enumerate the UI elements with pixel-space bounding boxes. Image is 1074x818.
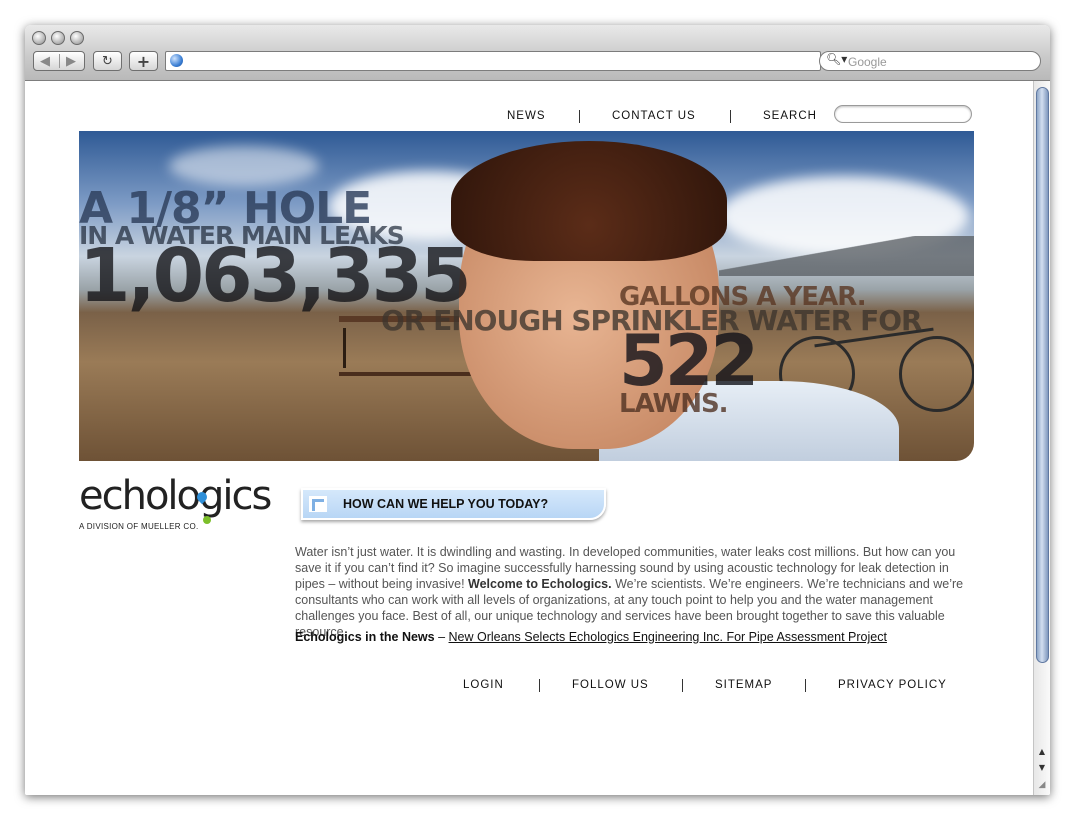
back-forward-button-group: ◀ ▶ xyxy=(33,51,85,71)
help-banner[interactable]: HOW CAN WE HELP YOU TODAY? xyxy=(301,488,606,520)
search-icon[interactable]: 🔍︎▾ xyxy=(826,52,847,66)
add-bookmark-button[interactable]: + xyxy=(129,51,158,71)
close-window-button[interactable] xyxy=(32,31,46,45)
footer-divider xyxy=(539,679,540,692)
scroll-down-icon[interactable]: ▼ xyxy=(1036,761,1048,775)
nav-search-label: SEARCH xyxy=(763,110,817,122)
site-search-input[interactable] xyxy=(834,105,972,123)
mountain-range xyxy=(719,236,974,276)
cloud-shape xyxy=(169,146,319,186)
intro-welcome: Welcome to Echologics. xyxy=(468,577,612,591)
hero-banner: A 1/8” HOLE IN A WATER MAIN LEAKS 1,063,… xyxy=(79,131,974,461)
footer-divider xyxy=(682,679,683,692)
news-dash: – xyxy=(434,630,449,644)
echologics-logo[interactable]: echologics A DIVISION OF MUELLER CO. xyxy=(79,473,272,531)
logo-subtitle: A DIVISION OF MUELLER CO. xyxy=(79,522,199,531)
boy-hair xyxy=(451,141,727,261)
arrow-icon xyxy=(309,496,327,512)
vertical-scrollbar[interactable]: ▲ ▼ ◢ xyxy=(1033,81,1050,795)
nav-contact-link[interactable]: CONTACT US xyxy=(612,110,696,122)
nav-divider xyxy=(579,110,580,123)
back-arrow-icon[interactable]: ◀ xyxy=(40,52,50,72)
zoom-window-button[interactable] xyxy=(70,31,84,45)
browser-toolbar: ◀ ▶ ↻ + ▲ 🔍︎▾ Google xyxy=(25,25,1050,81)
browser-search-field[interactable]: 🔍︎▾ Google xyxy=(819,51,1041,71)
hero-headline-line7: LAWNS. xyxy=(619,389,729,419)
footer-follow-link[interactable]: FOLLOW US xyxy=(572,679,649,691)
nav-divider xyxy=(730,110,731,123)
footer-sitemap-link[interactable]: SITEMAP xyxy=(715,679,772,691)
page-viewport: NEWS CONTACT US SEARCH A 1/8” HOLE IN A … xyxy=(25,81,1033,795)
minimize-window-button[interactable] xyxy=(51,31,65,45)
browser-window: ◀ ▶ ↻ + ▲ 🔍︎▾ Google NEWS CONTACT US SEA… xyxy=(25,25,1050,795)
reload-button[interactable]: ↻ xyxy=(93,51,122,71)
hero-lawns-number: 522 xyxy=(619,320,759,402)
hero-big-number: 1,063,335 xyxy=(79,233,472,319)
news-label: Echologics in the News xyxy=(295,630,435,644)
help-banner-label: HOW CAN WE HELP YOU TODAY? xyxy=(343,497,549,511)
address-bar[interactable]: ▲ xyxy=(165,51,832,71)
nav-news-link[interactable]: NEWS xyxy=(507,110,546,122)
footer-privacy-link[interactable]: PRIVACY POLICY xyxy=(838,679,947,691)
logo-wordmark: echologics xyxy=(79,473,272,519)
forward-arrow-icon[interactable]: ▶ xyxy=(66,52,76,72)
logo-leaf-icon xyxy=(203,516,211,524)
scroll-up-icon[interactable]: ▲ xyxy=(1036,745,1048,759)
resize-grip-icon[interactable]: ◢ xyxy=(1036,778,1048,792)
intro-paragraph: Water isn’t just water. It is dwindling … xyxy=(295,544,975,640)
browser-search-placeholder: Google xyxy=(848,55,887,69)
footer-login-link[interactable]: LOGIN xyxy=(463,679,504,691)
plus-icon: + xyxy=(136,52,151,71)
footer-divider xyxy=(805,679,806,692)
globe-icon xyxy=(170,54,183,67)
news-line: Echologics in the News – New Orleans Sel… xyxy=(295,630,887,644)
news-article-link[interactable]: New Orleans Selects Echologics Engineeri… xyxy=(449,630,887,644)
scrollbar-thumb[interactable] xyxy=(1036,87,1049,663)
reload-icon: ↻ xyxy=(102,54,113,69)
